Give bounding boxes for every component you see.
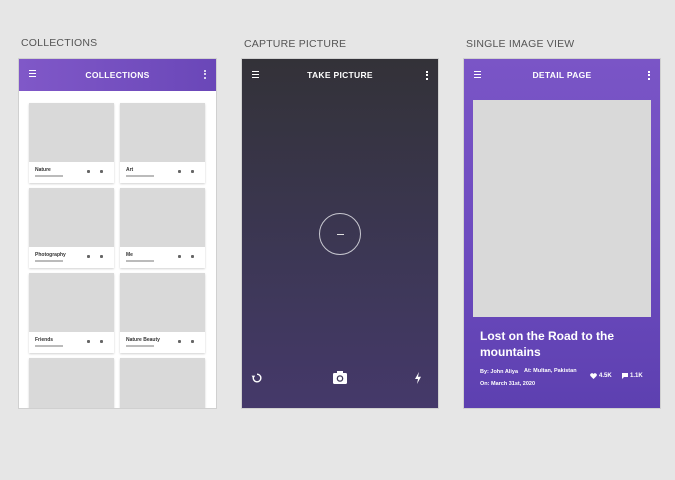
comment-count-icon [100,339,104,343]
collection-image [120,358,205,408]
detail-title: DETAIL PAGE [532,70,592,80]
like-count-icon [87,169,91,173]
comments-count: 1.1K [630,373,643,379]
collection-subtitle [126,175,154,177]
location-text: At: Multan, Pakistan [524,368,577,374]
collection-card[interactable]: Nature [29,103,114,183]
comment-count-icon [191,339,195,343]
likes-count: 4.5K [599,373,612,379]
like-count-icon [87,254,91,258]
collection-subtitle [35,345,63,347]
camera-capture-icon[interactable] [332,370,348,385]
collection-image [29,273,114,332]
comment-count-icon [191,254,195,258]
collection-card[interactable]: Nature Beauty [120,273,205,353]
collection-subtitle [35,260,63,262]
collection-name: Friends [35,337,54,343]
more-options-icon[interactable] [426,71,428,80]
rotate-camera-icon[interactable] [251,372,263,384]
collection-image [29,188,114,247]
like-count-icon [178,169,182,173]
hamburger-menu-icon[interactable] [474,71,481,78]
collection-name: Nature Beauty [126,337,160,343]
comments-counter[interactable]: 1.1K [622,373,643,379]
like-count-icon [178,339,182,343]
capture-app-bar: TAKE PICTURE [242,59,438,91]
flash-icon[interactable] [414,372,422,384]
focus-shutter-button[interactable] [319,213,361,255]
more-options-icon[interactable] [204,70,206,79]
capture-screen: TAKE PICTURE [242,59,438,408]
minus-icon [337,234,344,236]
heart-icon [590,373,597,379]
image-heading: Lost on the Road to the mountains [480,329,614,359]
collection-subtitle [126,260,154,262]
collections-screen: COLLECTIONS Nature Art Photography Me Fr… [19,59,216,408]
like-count-icon [178,254,182,258]
collection-name: Art [126,167,134,173]
collection-name: Me [126,252,133,258]
collection-card[interactable]: Art [120,103,205,183]
label-single-image-view: SINGLE IMAGE VIEW [466,38,575,50]
likes-counter[interactable]: 4.5K [590,373,612,379]
detail-image [473,100,651,317]
comment-count-icon [100,254,104,258]
detail-screen: DETAIL PAGE Lost on the Road to the moun… [464,59,660,408]
comment-count-icon [191,169,195,173]
capture-title: TAKE PICTURE [307,70,373,80]
collection-subtitle [35,175,63,177]
collection-card[interactable]: Me [120,188,205,268]
collection-image [29,358,114,408]
like-count-icon [87,339,91,343]
label-capture-picture: CAPTURE PICTURE [244,38,347,50]
hamburger-menu-icon[interactable] [29,70,36,77]
collection-image [120,188,205,247]
collection-image [120,103,205,162]
collection-card[interactable]: Friends [29,273,114,353]
more-options-icon[interactable] [648,71,650,80]
label-collections: COLLECTIONS [21,37,98,49]
collection-card[interactable] [120,358,205,408]
comment-count-icon [100,169,104,173]
date-text: On: March 31st, 2020 [480,381,536,387]
collections-app-bar: COLLECTIONS [19,59,216,91]
hamburger-menu-icon[interactable] [252,71,259,78]
collections-title: COLLECTIONS [85,70,150,80]
collection-card[interactable] [29,358,114,408]
author-text: By: John Aliya [480,369,518,375]
detail-app-bar: DETAIL PAGE [464,59,660,91]
collection-name: Nature [35,167,51,173]
collection-image [29,103,114,162]
collection-image [120,273,205,332]
collection-card[interactable]: Photography [29,188,114,268]
collection-name: Photography [35,252,66,258]
comment-icon [622,373,628,379]
collection-subtitle [126,345,154,347]
